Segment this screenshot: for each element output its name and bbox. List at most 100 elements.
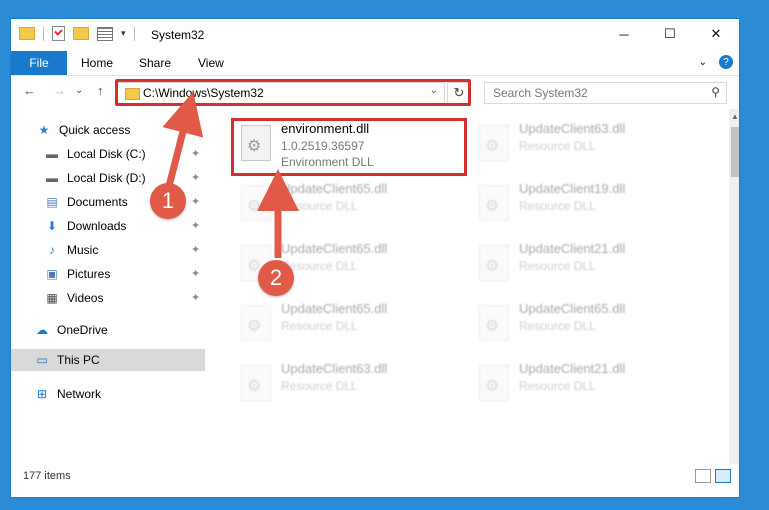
- scroll-thumb[interactable]: [731, 127, 739, 177]
- sidebar-item-local-disk-d[interactable]: ▬ Local Disk (D:): [45, 167, 146, 189]
- dll-file-icon: ⚙: [479, 185, 509, 221]
- tab-share[interactable]: Share: [139, 51, 171, 75]
- file-item[interactable]: ⚙ UpdateClient19.dll Resource DLL: [471, 179, 701, 229]
- file-name: UpdateClient63.dll: [281, 361, 388, 376]
- recent-locations-chevron-icon[interactable]: ⌄: [75, 85, 83, 96]
- step-marker-1: 1: [150, 183, 186, 219]
- details-view-icon[interactable]: [695, 469, 711, 483]
- sidebar-item-pictures[interactable]: ▣ Pictures: [45, 263, 110, 285]
- file-item[interactable]: ⚙ UpdateClient65.dll Resource DLL: [233, 179, 463, 229]
- file-name: UpdateClient63.dll: [519, 121, 626, 136]
- file-description: Resource DLL: [519, 379, 596, 393]
- sidebar-item-onedrive[interactable]: ☁ OneDrive: [35, 319, 108, 341]
- file-description: Resource DLL: [281, 379, 358, 393]
- minimize-button[interactable]: ─: [601, 19, 647, 49]
- file-description: Resource DLL: [281, 319, 358, 333]
- dll-file-icon: ⚙: [241, 365, 271, 401]
- file-item[interactable]: ⚙ UpdateClient21.dll Resource DLL: [471, 239, 701, 289]
- scroll-up-icon[interactable]: ▲: [729, 109, 739, 123]
- dll-file-icon: ⚙: [241, 185, 271, 221]
- address-highlight-box: [115, 79, 471, 106]
- quick-access-toolbar: ▾: [19, 26, 135, 41]
- file-item[interactable]: ⚙ UpdateClient63.dll Resource DLL: [233, 359, 463, 409]
- sidebar-item-music[interactable]: ♪ Music: [45, 239, 98, 261]
- gear-icon: ⚙: [485, 258, 500, 275]
- network-icon: ⊞: [36, 387, 48, 401]
- help-icon[interactable]: ?: [719, 55, 733, 69]
- search-placeholder: Search System32: [493, 86, 588, 100]
- videos-icon: ▦: [46, 291, 58, 305]
- file-name: UpdateClient65.dll: [281, 181, 388, 196]
- file-item[interactable]: ⚙ UpdateClient63.dll Resource DLL: [471, 119, 701, 169]
- ribbon-right-controls: ⌄ ?: [699, 55, 733, 69]
- sidebar-item-label: Videos: [67, 291, 104, 305]
- status-bar: 177 items: [11, 465, 739, 491]
- dll-file-icon: ⚙: [241, 305, 271, 341]
- pin-icon: ✦: [191, 292, 201, 304]
- file-description: Resource DLL: [519, 199, 596, 213]
- large-icons-view-icon[interactable]: [715, 469, 731, 483]
- file-highlight-box: [231, 118, 467, 176]
- music-icon: ♪: [49, 243, 55, 257]
- drive-icon: ▬: [46, 171, 58, 185]
- dll-file-icon: ⚙: [479, 125, 509, 161]
- sidebar-item-network[interactable]: ⊞ Network: [35, 383, 101, 405]
- sidebar-item-label: OneDrive: [57, 323, 108, 337]
- file-name: UpdateClient21.dll: [519, 241, 626, 256]
- pin-icon: ✦: [191, 268, 201, 280]
- sidebar-item-label: Local Disk (D:): [67, 171, 146, 185]
- gear-icon: ⚙: [485, 318, 500, 335]
- view-toggle: [695, 469, 731, 483]
- maximize-button[interactable]: ☐: [647, 19, 693, 49]
- back-arrow-icon[interactable]: ←: [23, 83, 36, 98]
- sidebar-item-this-pc[interactable]: ▭ This PC: [11, 349, 205, 371]
- new-folder-icon[interactable]: [73, 27, 89, 40]
- gear-icon: ⚙: [485, 198, 500, 215]
- tab-home[interactable]: Home: [81, 51, 113, 75]
- sidebar-item-local-disk-c[interactable]: ▬ Local Disk (C:): [45, 143, 146, 165]
- gear-icon: ⚙: [247, 198, 262, 215]
- window-controls: ─ ☐ ✕: [601, 19, 739, 49]
- gear-icon: ⚙: [247, 378, 262, 395]
- pin-icon: ✦: [191, 148, 201, 160]
- sidebar-item-downloads[interactable]: ⬇ Downloads: [45, 215, 126, 237]
- expand-ribbon-icon[interactable]: ⌄: [699, 57, 707, 68]
- title-bar: ▾ System32 ─ ☐ ✕: [11, 19, 739, 51]
- sidebar-item-label: Local Disk (C:): [67, 147, 146, 161]
- properties-check-icon[interactable]: [52, 26, 65, 41]
- tab-file[interactable]: File: [11, 51, 67, 75]
- customize-toolbar-caret-icon[interactable]: ▾: [121, 28, 126, 39]
- sidebar-item-label: Network: [57, 387, 102, 401]
- up-arrow-icon[interactable]: ↑: [97, 83, 104, 98]
- pin-icon: ✦: [191, 220, 201, 232]
- file-item[interactable]: ⚙ UpdateClient65.dll Resource DLL: [233, 299, 463, 349]
- close-button[interactable]: ✕: [693, 19, 739, 49]
- computer-icon: ▭: [36, 353, 48, 367]
- forward-arrow-icon[interactable]: →: [53, 83, 66, 98]
- dll-file-icon: ⚙: [479, 305, 509, 341]
- search-icon[interactable]: ⚲: [711, 85, 720, 99]
- dll-file-icon: ⚙: [479, 245, 509, 281]
- documents-icon: ▤: [46, 195, 58, 209]
- sidebar-item-videos[interactable]: ▦ Videos: [45, 287, 103, 309]
- sidebar-item-label: This PC: [57, 353, 100, 367]
- file-name: UpdateClient65.dll: [519, 301, 626, 316]
- file-item[interactable]: ⚙ UpdateClient21.dll Resource DLL: [471, 359, 701, 409]
- navigation-pane: ★ Quick access ▬ Local Disk (C:) ✦ ▬ Loc…: [11, 113, 207, 463]
- search-input[interactable]: Search System32 ⚲: [484, 82, 727, 104]
- toolbar-divider: [43, 26, 44, 41]
- file-description: Resource DLL: [519, 319, 596, 333]
- step-marker-2: 2: [258, 260, 294, 296]
- gear-icon: ⚙: [485, 378, 500, 395]
- sidebar-item-documents[interactable]: ▤ Documents: [45, 191, 127, 213]
- sidebar-item-quick-access[interactable]: ★ Quick access: [37, 119, 131, 141]
- file-name: UpdateClient65.dll: [281, 241, 388, 256]
- properties-icon[interactable]: [97, 26, 113, 41]
- star-icon: ★: [38, 123, 50, 137]
- file-item[interactable]: ⚙ UpdateClient65.dll Resource DLL: [471, 299, 701, 349]
- tab-view[interactable]: View: [198, 51, 224, 75]
- window-title: System32: [151, 28, 205, 42]
- vertical-scrollbar[interactable]: ▲: [729, 109, 739, 464]
- item-count: 177 items: [23, 470, 71, 482]
- folder-icon[interactable]: [19, 27, 35, 40]
